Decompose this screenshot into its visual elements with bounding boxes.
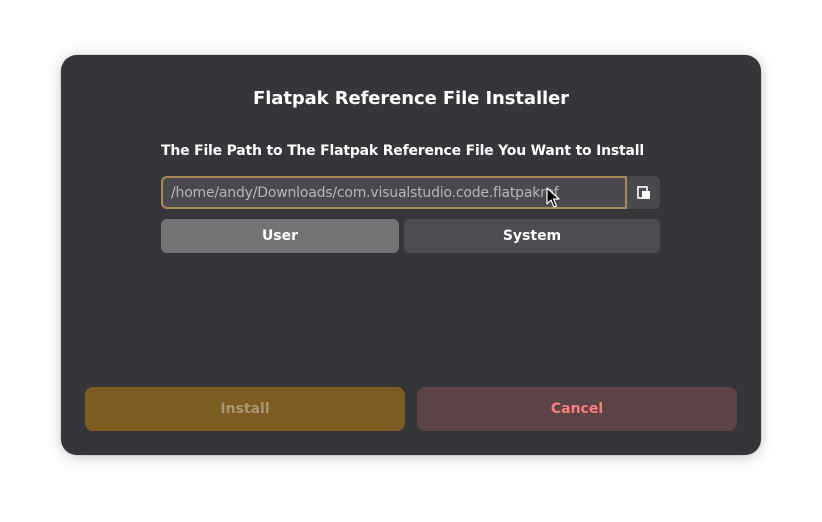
browse-file-button[interactable] (627, 176, 660, 209)
dialog-title: Flatpak Reference File Installer (253, 88, 569, 109)
file-path-label: The File Path to The Flatpak Reference F… (161, 143, 644, 159)
file-path-input[interactable] (161, 176, 627, 209)
cancel-button[interactable]: Cancel (417, 387, 737, 431)
installer-dialog: Flatpak Reference File Installer The Fil… (61, 55, 761, 455)
document-open-icon (636, 185, 651, 200)
scope-user-button[interactable]: User (161, 219, 399, 253)
scope-system-button[interactable]: System (404, 219, 660, 253)
install-button[interactable]: Install (85, 387, 405, 431)
